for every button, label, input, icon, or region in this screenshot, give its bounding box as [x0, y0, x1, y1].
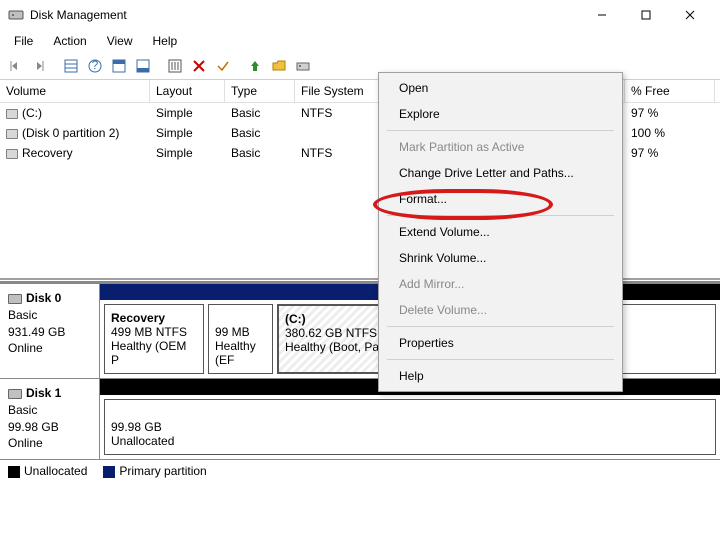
ctx-shrink-volume[interactable]: Shrink Volume...: [381, 245, 620, 271]
vol-pctfree: 97 %: [625, 144, 715, 162]
partition-box[interactable]: 99 MB Healthy (EF: [208, 304, 273, 374]
part-health: Healthy (EF: [215, 339, 266, 367]
col-volume[interactable]: Volume: [0, 80, 150, 102]
close-button[interactable]: [668, 1, 712, 29]
vol-fs: NTFS: [295, 104, 385, 122]
vol-layout: Simple: [150, 104, 225, 122]
settings-icon[interactable]: [164, 55, 186, 77]
titlebar: Disk Management: [0, 0, 720, 30]
col-layout[interactable]: Layout: [150, 80, 225, 102]
part-size: 99 MB: [215, 325, 266, 339]
back-icon[interactable]: [4, 55, 26, 77]
vol-pctfree: 97 %: [625, 104, 715, 122]
col-type[interactable]: Type: [225, 80, 295, 102]
legend-unallocated: Unallocated: [24, 464, 87, 478]
disk-size: 99.98 GB: [8, 419, 91, 436]
disk-name: Disk 0: [26, 291, 61, 305]
menu-action[interactable]: Action: [43, 32, 96, 50]
help-icon[interactable]: ?: [84, 55, 106, 77]
vol-name: Recovery: [22, 146, 73, 160]
part-health: Healthy (OEM P: [111, 339, 197, 367]
drive-small-icon: [6, 109, 18, 119]
part-size: 99.98 GB: [111, 420, 709, 434]
disk-type: Basic: [8, 402, 91, 419]
disk-status: Online: [8, 340, 91, 357]
vol-name: (Disk 0 partition 2): [22, 126, 119, 140]
ctx-delete-volume: Delete Volume...: [381, 297, 620, 323]
part-size: 499 MB NTFS: [111, 325, 197, 339]
legend: Unallocated Primary partition: [0, 460, 720, 482]
minimize-button[interactable]: [580, 1, 624, 29]
drive-icon[interactable]: [292, 55, 314, 77]
menubar: File Action View Help: [0, 30, 720, 52]
forward-icon[interactable]: [28, 55, 50, 77]
menu-file[interactable]: File: [4, 32, 43, 50]
vol-fs: [295, 124, 385, 142]
disk-status: Online: [8, 435, 91, 452]
disk-icon: [8, 294, 22, 304]
col-pctfree[interactable]: % Free: [625, 80, 715, 102]
maximize-button[interactable]: [624, 1, 668, 29]
drive-small-icon: [6, 149, 18, 159]
disk-icon: [8, 389, 22, 399]
ctx-explore[interactable]: Explore: [381, 101, 620, 127]
app-icon: [8, 7, 24, 23]
folder-icon[interactable]: [268, 55, 290, 77]
part-health: Unallocated: [111, 434, 709, 448]
ctx-open[interactable]: Open: [381, 75, 620, 101]
legend-primary: Primary partition: [119, 464, 206, 478]
vol-layout: Simple: [150, 144, 225, 162]
vol-type: Basic: [225, 104, 295, 122]
window-title: Disk Management: [30, 8, 580, 22]
partition-box-unallocated[interactable]: 99.98 GB Unallocated: [104, 399, 716, 455]
ctx-help[interactable]: Help: [381, 363, 620, 389]
ctx-format[interactable]: Format...: [381, 186, 620, 212]
grid-bottom-icon[interactable]: [132, 55, 154, 77]
menu-view[interactable]: View: [97, 32, 143, 50]
disk-name: Disk 1: [26, 386, 61, 400]
vol-fs: NTFS: [295, 144, 385, 162]
disk-type: Basic: [8, 307, 91, 324]
disk-info[interactable]: Disk 1 Basic 99.98 GB Online: [0, 379, 100, 459]
col-filesystem[interactable]: File System: [295, 80, 385, 102]
legend-swatch-unallocated: [8, 466, 20, 478]
up-arrow-icon[interactable]: [244, 55, 266, 77]
vol-layout: Simple: [150, 124, 225, 142]
partition-box[interactable]: Recovery 499 MB NTFS Healthy (OEM P: [104, 304, 204, 374]
ctx-mark-active: Mark Partition as Active: [381, 134, 620, 160]
vol-type: Basic: [225, 124, 295, 142]
check-icon[interactable]: [212, 55, 234, 77]
delete-x-icon[interactable]: [188, 55, 210, 77]
vol-pctfree: 100 %: [625, 124, 715, 142]
ctx-properties[interactable]: Properties: [381, 330, 620, 356]
vol-name: (C:): [22, 106, 42, 120]
part-name: Recovery: [111, 311, 197, 325]
drive-small-icon: [6, 129, 18, 139]
ctx-add-mirror: Add Mirror...: [381, 271, 620, 297]
ctx-change-letter[interactable]: Change Drive Letter and Paths...: [381, 160, 620, 186]
disk-info[interactable]: Disk 0 Basic 931.49 GB Online: [0, 284, 100, 378]
grid-top-icon[interactable]: [108, 55, 130, 77]
context-menu: Open Explore Mark Partition as Active Ch…: [378, 72, 623, 392]
menu-help[interactable]: Help: [143, 32, 188, 50]
view-list-icon[interactable]: [60, 55, 82, 77]
ctx-extend-volume[interactable]: Extend Volume...: [381, 219, 620, 245]
legend-swatch-primary: [103, 466, 115, 478]
vol-type: Basic: [225, 144, 295, 162]
disk-size: 931.49 GB: [8, 324, 91, 341]
svg-text:?: ?: [92, 58, 99, 72]
